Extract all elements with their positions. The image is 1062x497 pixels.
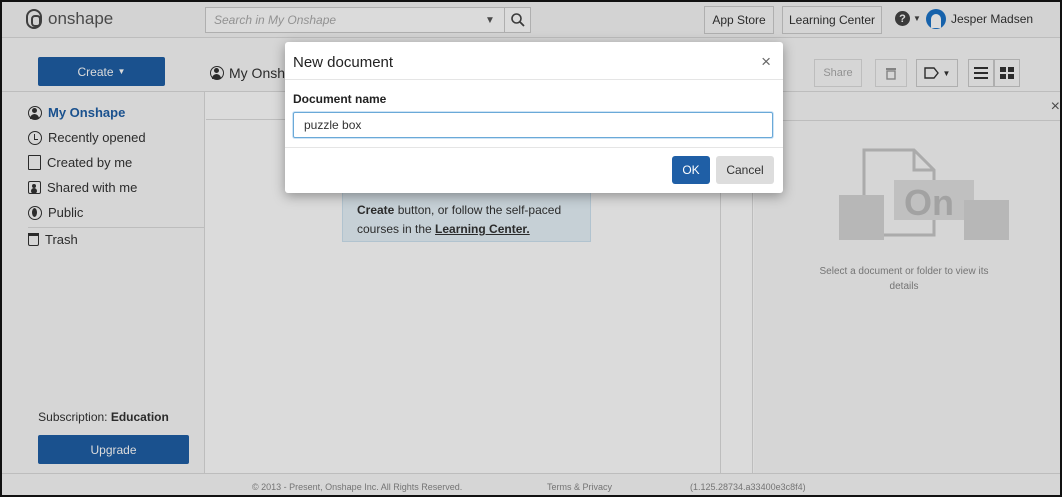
document-name-label: Document name (293, 92, 387, 106)
dialog-title: New document (293, 54, 394, 71)
close-icon[interactable]: × (761, 53, 771, 70)
document-name-input[interactable] (293, 112, 773, 138)
new-document-dialog: New document × Document name OK Cancel (285, 42, 783, 193)
cancel-button[interactable]: Cancel (716, 156, 774, 184)
ok-button[interactable]: OK (672, 156, 710, 184)
dialog-header: New document × (285, 42, 783, 80)
onshape-window: onshape Search in My Onshape ▼ App Store… (0, 0, 1062, 497)
dialog-footer-divider (285, 147, 783, 148)
